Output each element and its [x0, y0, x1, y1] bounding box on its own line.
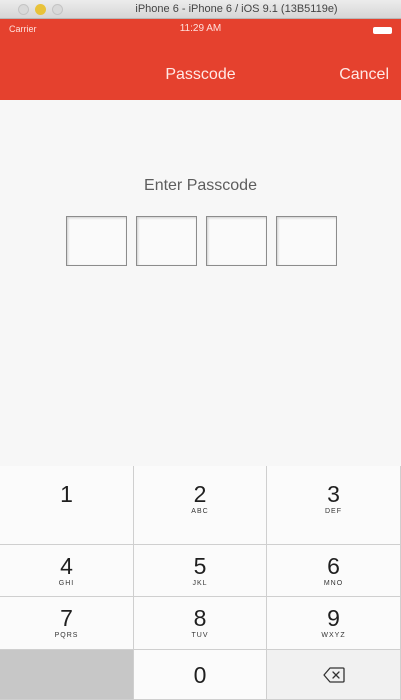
key-letters: GHI — [58, 579, 75, 587]
key-digit: 4 — [60, 552, 73, 579]
cancel-button[interactable]: Cancel — [339, 66, 389, 84]
passcode-digit-box-3[interactable] — [206, 216, 267, 266]
key-1[interactable]: 1 — [0, 466, 134, 545]
key-2[interactable]: 2 ABC — [134, 466, 267, 545]
key-digit: 8 — [193, 605, 207, 631]
key-8[interactable]: 8 TUV — [134, 597, 267, 650]
key-9[interactable]: 9 WXYZ — [267, 597, 401, 650]
key-letters: DEF — [325, 508, 342, 515]
status-time: 11:29 AM — [179, 23, 222, 34]
key-digit: 9 — [327, 605, 340, 631]
key-digit: 7 — [60, 605, 73, 631]
key-digit: 3 — [327, 481, 340, 507]
window-zoom-button[interactable] — [52, 4, 63, 15]
delete-key[interactable] — [267, 650, 401, 700]
passcode-digit-box-1[interactable] — [66, 216, 127, 266]
key-letters: PQRS — [54, 632, 79, 639]
key-digit: 1 — [60, 481, 73, 507]
key-5[interactable]: 5 JKL — [134, 545, 267, 597]
backspace-icon — [322, 666, 345, 683]
simulator-title-bar: iPhone 6 - iPhone 6 / iOS 9.1 (13B5119e) — [0, 0, 401, 19]
key-0[interactable]: 0 — [134, 650, 267, 700]
passcode-digit-box-2[interactable] — [136, 216, 197, 266]
numeric-keypad: 1 2 ABC 3 DEF 4 GHI 5 JKL 6 MNO 7 PQRS 8… — [0, 466, 401, 700]
key-letters: WXYZ — [321, 632, 346, 639]
passcode-field[interactable] — [66, 216, 346, 266]
passcode-prompt: Enter Passcode — [144, 177, 257, 194]
key-letters: ABC — [191, 508, 209, 515]
key-digit: 0 — [193, 661, 207, 688]
window-minimize-button[interactable] — [35, 4, 46, 15]
key-letters: TUV — [191, 632, 209, 639]
key-letters: JKL — [192, 579, 208, 587]
key-digit: 2 — [193, 481, 207, 507]
navigation-bar: Carrier 11:29 AM Passcode Cancel — [0, 19, 401, 100]
key-3[interactable]: 3 DEF — [267, 466, 401, 545]
window-close-button[interactable] — [18, 4, 29, 15]
key-4[interactable]: 4 GHI — [0, 545, 134, 597]
key-7[interactable]: 7 PQRS — [0, 597, 134, 650]
status-bar: Carrier 11:29 AM — [0, 19, 401, 41]
key-6[interactable]: 6 MNO — [267, 545, 401, 597]
key-blank — [0, 650, 134, 700]
battery-icon — [373, 27, 392, 34]
key-digit: 6 — [327, 552, 340, 579]
key-letters: MNO — [323, 579, 344, 587]
passcode-digit-box-4[interactable] — [276, 216, 337, 266]
window-title: iPhone 6 - iPhone 6 / iOS 9.1 (13B5119e) — [135, 3, 338, 15]
key-digit: 5 — [193, 552, 207, 579]
